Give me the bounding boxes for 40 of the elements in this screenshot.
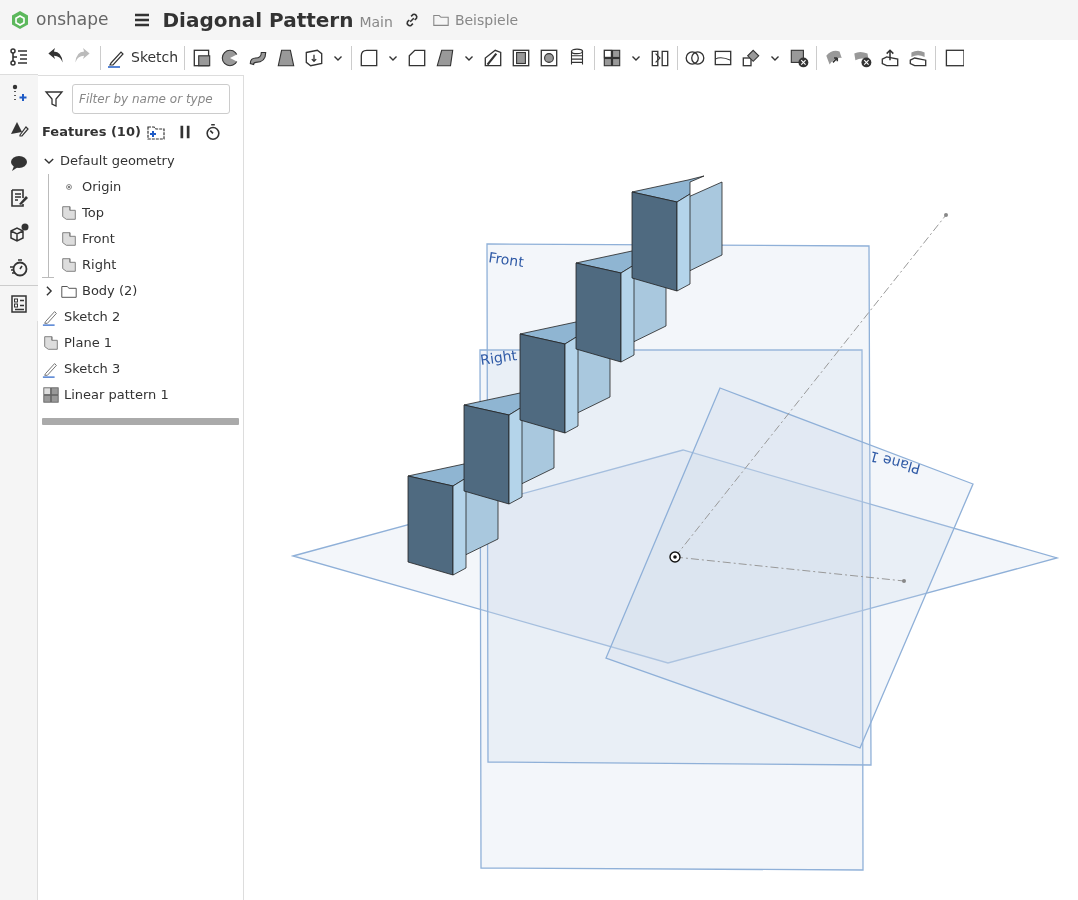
filter-field[interactable]: Filter by name or type bbox=[72, 84, 230, 114]
right-plane[interactable] bbox=[479, 349, 864, 871]
feature-item[interactable]: Top bbox=[38, 200, 243, 226]
sketch-button[interactable]: Sketch bbox=[107, 47, 179, 68]
scrollbar[interactable] bbox=[42, 418, 239, 425]
feature-item[interactable]: Front bbox=[38, 226, 243, 252]
branch-name: Main bbox=[359, 12, 393, 32]
feature-item[interactable]: Linear pattern 1 bbox=[38, 382, 243, 408]
axis-end-point bbox=[902, 579, 906, 583]
plane-icon bbox=[42, 334, 60, 352]
feature-item[interactable]: Origin bbox=[38, 174, 243, 200]
feature-item[interactable]: Sketch 3 bbox=[38, 356, 243, 382]
pencil-icon bbox=[42, 360, 60, 378]
notes-icon[interactable] bbox=[8, 187, 29, 208]
feature-list-button[interactable] bbox=[0, 40, 38, 75]
features-heading: Features (10) bbox=[42, 123, 142, 142]
feature-item[interactable]: Right bbox=[38, 252, 243, 278]
pattern-icon bbox=[42, 386, 60, 404]
feature-item[interactable]: Default geometry bbox=[38, 148, 243, 174]
list-document-icon[interactable] bbox=[8, 293, 29, 314]
logo-icon bbox=[10, 10, 30, 30]
brand-name: onshape bbox=[36, 8, 109, 32]
plane-label: Right bbox=[479, 347, 518, 368]
pattern-body-drawing[interactable] bbox=[407, 175, 723, 576]
feature-item[interactable]: Sketch 2 bbox=[38, 304, 243, 330]
document-title: Diagonal Pattern bbox=[162, 7, 354, 34]
stopwatch-icon[interactable] bbox=[204, 123, 222, 141]
origin-point[interactable] bbox=[669, 551, 681, 563]
plane-icon bbox=[60, 204, 78, 222]
stopwatch-icon[interactable] bbox=[8, 257, 29, 278]
plane-label: Plane 1 bbox=[867, 448, 923, 478]
feature-item[interactable]: Body (2) bbox=[38, 278, 243, 304]
feature-list-icon[interactable] bbox=[8, 47, 29, 67]
plane-icon bbox=[60, 230, 78, 248]
filter-icon[interactable] bbox=[44, 89, 64, 109]
pencil-icon bbox=[42, 308, 60, 326]
axis-end-point bbox=[944, 213, 948, 217]
plane-label: Front bbox=[487, 249, 525, 270]
feature-item[interactable]: Plane 1 bbox=[38, 330, 243, 356]
plane-icon bbox=[60, 256, 78, 274]
